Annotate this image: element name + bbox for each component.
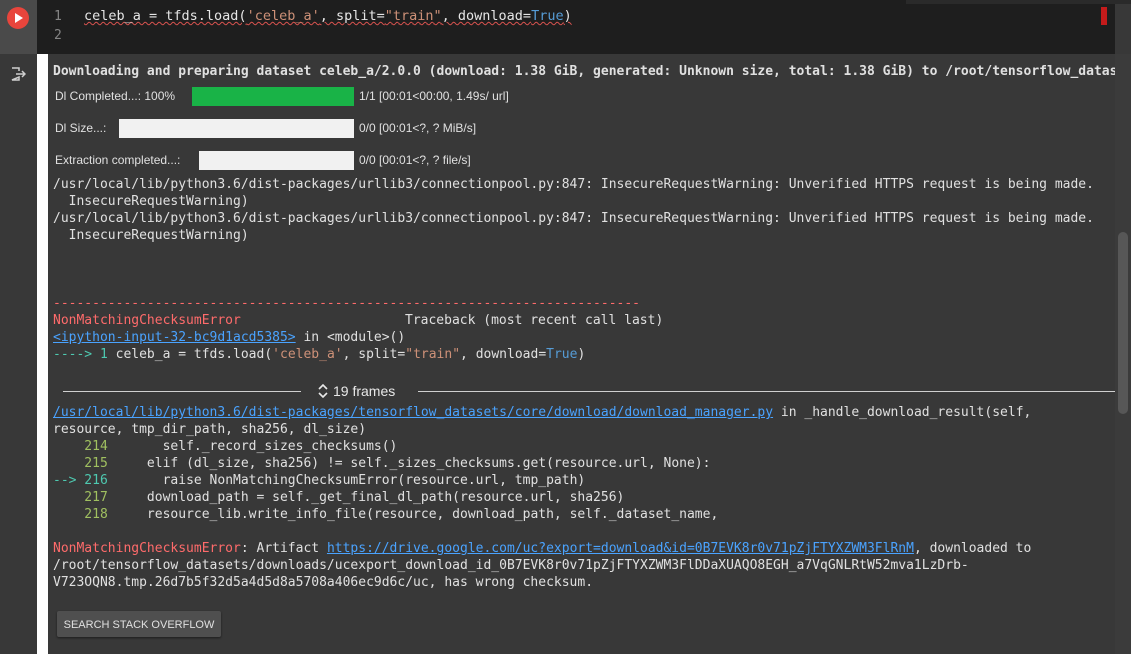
cell-toolbar — [906, 0, 1131, 4]
input-ref: <ipython-input-32-bc9d1acd5385> in <modu… — [53, 330, 405, 345]
error-name: NonMatchingChecksumError — [53, 541, 241, 556]
final-error-suffix: V723OQN8.tmp.26d7b5f32d5a4d5d8a5708a406e… — [53, 575, 594, 590]
input-link[interactable]: <ipython-input-32-bc9d1acd5385> — [53, 330, 296, 345]
progress-row-completed: Dl Completed...: 100% 1/1 [00:01<00:00, … — [55, 86, 655, 106]
source-line: 214 self._record_sizes_checksums() — [53, 439, 398, 454]
progress-row-size: Dl Size...: 0/0 [00:01<?, ? MiB/s] — [55, 118, 655, 138]
traceback-divider: ----------------------------------------… — [53, 296, 640, 311]
arrow-line: ----> 1 celeb_a = tfds.load('celeb_a', s… — [53, 347, 586, 362]
frames-rule-left — [63, 391, 301, 392]
frame-args: resource, tmp_dir_path, sha256, dl_size) — [53, 422, 367, 437]
progress-label: Dl Size...: — [55, 121, 107, 135]
progress-bar — [199, 151, 354, 170]
progress-fill — [192, 87, 354, 106]
frame-header: /usr/local/lib/python3.6/dist-packages/t… — [53, 405, 1031, 420]
code-editor[interactable]: 1 2 celeb_a = tfds.load('celeb_a', split… — [37, 0, 1115, 54]
progress-label: Extraction completed...: — [55, 153, 181, 167]
expand-vertical-icon — [318, 384, 328, 398]
artifact-link[interactable]: https://drive.google.com/uc?export=downl… — [327, 541, 914, 556]
source-line: 215 elif (dl_size, sha256) != self._size… — [53, 456, 711, 471]
warning-line: /usr/local/lib/python3.6/dist-packages/u… — [53, 211, 1094, 226]
source-line: 218 resource_lib.write_info_file(resourc… — [53, 507, 719, 522]
warning-line: /usr/local/lib/python3.6/dist-packages/u… — [53, 177, 1094, 192]
frames-toggle[interactable]: 19 frames — [318, 383, 395, 399]
line-number: 1 — [54, 9, 62, 24]
progress-stat: 0/0 [00:01<?, ? file/s] — [359, 153, 471, 167]
progress-stat: 1/1 [00:01<00:00, 1.49s/ url] — [359, 89, 509, 103]
final-error-path: /root/tensorflow_datasets/downloads/ucex… — [53, 558, 969, 573]
output-border — [37, 54, 48, 654]
run-cell-button[interactable] — [7, 7, 29, 29]
traceback-header: NonMatchingChecksumError Traceback (most … — [53, 313, 663, 328]
traceback-label: Traceback (most recent call last) — [405, 313, 664, 328]
frames-rule-right — [418, 391, 1115, 392]
frames-toggle-row[interactable]: 19 frames — [63, 383, 1115, 400]
line-number: 2 — [54, 28, 62, 43]
progress-label: Dl Completed...: 100% — [55, 89, 176, 103]
source-line: 217 download_path = self._get_final_dl_p… — [53, 490, 625, 505]
search-stack-overflow-button[interactable]: SEARCH STACK OVERFLOW — [57, 611, 221, 637]
frames-label-text: 19 frames — [333, 383, 396, 399]
progress-bar — [119, 119, 354, 138]
frame-file-link[interactable]: /usr/local/lib/python3.6/dist-packages/t… — [53, 405, 773, 420]
source-line-current: --> 216 raise NonMatchingChecksumError(r… — [53, 473, 586, 488]
scrollbar-thumb[interactable] — [1118, 232, 1128, 414]
in-module: in <module>() — [295, 330, 406, 345]
warning-line: InsecureRequestWarning) — [53, 228, 249, 243]
run-button-area — [0, 0, 37, 54]
warning-line: InsecureRequestWarning) — [53, 194, 249, 209]
final-error-line: NonMatchingChecksumError: Artifact https… — [53, 541, 1032, 556]
download-status: Downloading and preparing dataset celeb_… — [53, 64, 1115, 79]
frame-func: in _handle_download_result(self, — [773, 405, 1032, 420]
error-name: NonMatchingChecksumError — [53, 313, 241, 328]
output-exit-icon[interactable] — [10, 67, 26, 81]
progress-stat: 0/0 [00:01<?, ? MiB/s] — [359, 121, 477, 135]
cell-output: Downloading and preparing dataset celeb_… — [48, 54, 1115, 654]
code-line-1[interactable]: celeb_a = tfds.load('celeb_a', split="tr… — [84, 8, 572, 24]
error-marker — [1101, 7, 1107, 25]
progress-row-extraction: Extraction completed...: 0/0 [00:01<?, ?… — [55, 150, 655, 170]
progress-bar — [192, 87, 354, 106]
cell-gutter — [0, 0, 37, 654]
